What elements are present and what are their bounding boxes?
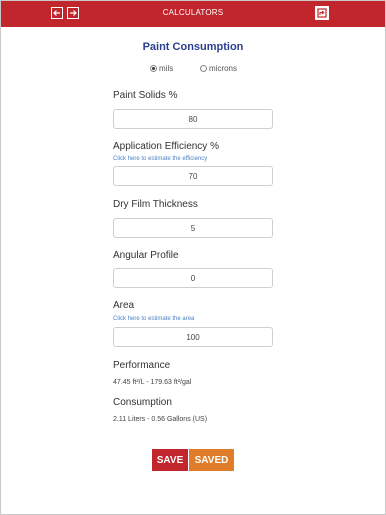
saved-button[interactable]: SAVED [189,449,234,471]
radio-mils[interactable] [150,65,157,72]
share-icon[interactable] [315,6,329,20]
area-input[interactable]: 100 [113,327,273,347]
radio-microns[interactable] [200,65,207,72]
angular-profile-label: Angular Profile [113,250,179,261]
calculator-title: Paint Consumption [142,41,244,53]
dry-film-thickness-input[interactable]: 5 [113,218,273,238]
angular-profile-input[interactable]: 0 [113,268,273,288]
consumption-value: 2.11 Liters - 0.56 Gallons (US) [113,416,208,423]
paint-solids-input[interactable]: 80 [113,109,273,129]
unit-selector: mils microns [0,64,386,76]
area-label: Area [113,300,135,311]
consumption-label: Consumption [113,397,172,408]
estimate-area-link[interactable]: Click here to estimate the area [113,316,194,322]
application-efficiency-input[interactable]: 70 [113,166,273,186]
paint-solids-label: Paint Solids % [113,90,178,101]
unit-option-mils[interactable]: mils [150,64,173,73]
top-bar: CALCULATORS [1,1,385,27]
dry-film-thickness-label: Dry Film Thickness [113,199,198,210]
unit-label-microns: microns [209,64,238,73]
save-button[interactable]: SAVE [152,449,188,471]
unit-option-microns[interactable]: microns [200,64,237,73]
application-efficiency-label: Application Efficiency % [113,141,219,152]
app-frame [0,0,386,515]
unit-label-mils: mils [159,64,174,73]
performance-value: 47.45 ft²/L - 179.63 ft²/gal [113,379,192,386]
estimate-efficiency-link[interactable]: Click here to estimate the efficiency [113,156,207,162]
performance-label: Performance [113,360,171,371]
